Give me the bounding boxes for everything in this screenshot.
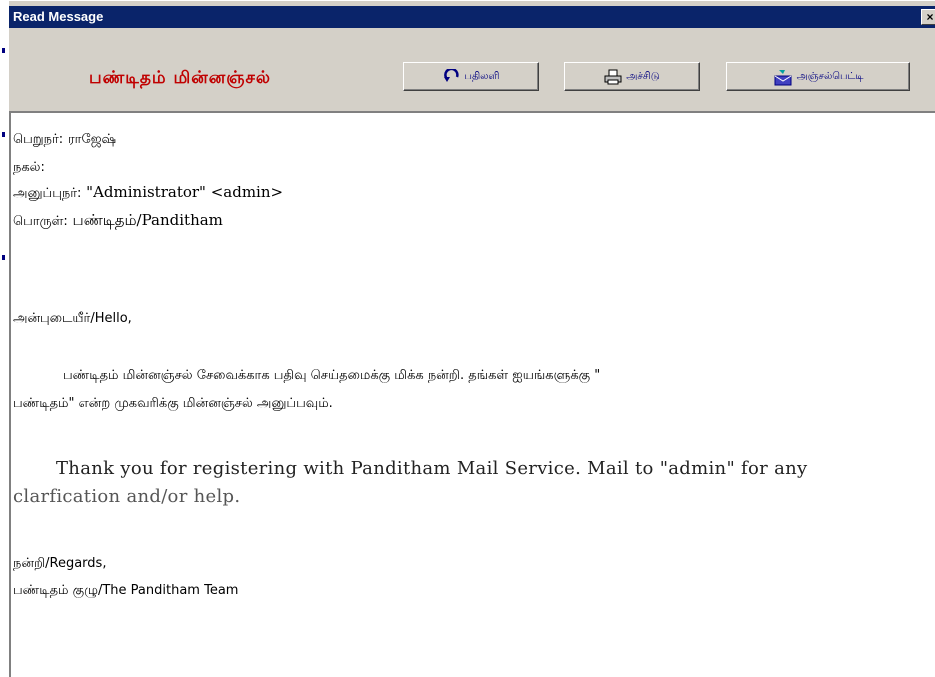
subject-value: பண்டிதம்/Panditham — [72, 211, 223, 229]
reply-label: பதிலளி — [464, 70, 500, 82]
close-button[interactable]: × — [921, 9, 935, 25]
cc-label: நகல்: — [13, 160, 45, 175]
print-button[interactable]: அச்சிடு — [564, 62, 700, 91]
regards-line: நன்றி/Regards, — [13, 556, 107, 571]
message-body-pane: பெறுநர்: ராஜேஷ் நகல்: அனுப்புநர்: "Admin… — [9, 111, 935, 677]
title-bar[interactable]: Read Message × — [9, 6, 935, 28]
tamil-paragraph-line-2: பண்டிதம்" என்ற முகவரிக்கு மின்னஞ்சல் அனு… — [13, 396, 333, 411]
mailbox-button[interactable]: அஞ்சல்பெட்டி — [726, 62, 910, 91]
strip-mark — [2, 255, 5, 260]
english-paragraph-line-1: Thank you for registering with Panditham… — [56, 458, 808, 479]
from-value: "Administrator" <admin> — [86, 183, 284, 201]
app-logo-text: பண்டிதம் மின்னஞ்சல் — [89, 68, 271, 88]
to-value: ராஜேஷ் — [67, 132, 117, 147]
mailbox-label: அஞ்சல்பெட்டி — [796, 70, 864, 82]
print-label: அச்சிடு — [626, 70, 660, 82]
subject-line: பொருள்: பண்டிதம்/Panditham — [13, 211, 223, 231]
mailbox-icon — [773, 68, 793, 86]
english-paragraph-line-2: clarfication and/or help. — [13, 486, 241, 507]
subject-label: பொருள்: — [13, 214, 68, 229]
from-label: அனுப்புநர்: — [13, 186, 82, 201]
strip-mark — [2, 48, 5, 53]
reply-button[interactable]: பதிலளி — [403, 62, 539, 91]
read-message-window: Read Message × பண்டிதம் மின்னஞ்சல் பதிலள… — [9, 0, 935, 677]
signature-line: பண்டிதம் குழு/The Panditham Team — [13, 583, 239, 598]
reply-icon — [443, 68, 461, 85]
printer-icon — [604, 69, 622, 85]
to-line: பெறுநர்: ராஜேஷ் — [13, 129, 116, 148]
to-label: பெறுநர்: — [13, 132, 64, 147]
greeting: அன்புடையீர்/Hello, — [13, 311, 132, 326]
cc-line: நகல்: — [13, 157, 45, 176]
from-line: அனுப்புநர்: "Administrator" <admin> — [13, 183, 283, 202]
window-title: Read Message — [13, 9, 104, 24]
tamil-paragraph-line-1: பண்டிதம் மின்னஞ்சல் சேவைக்காக பதிவு செய்… — [63, 368, 601, 383]
strip-mark — [2, 132, 5, 137]
